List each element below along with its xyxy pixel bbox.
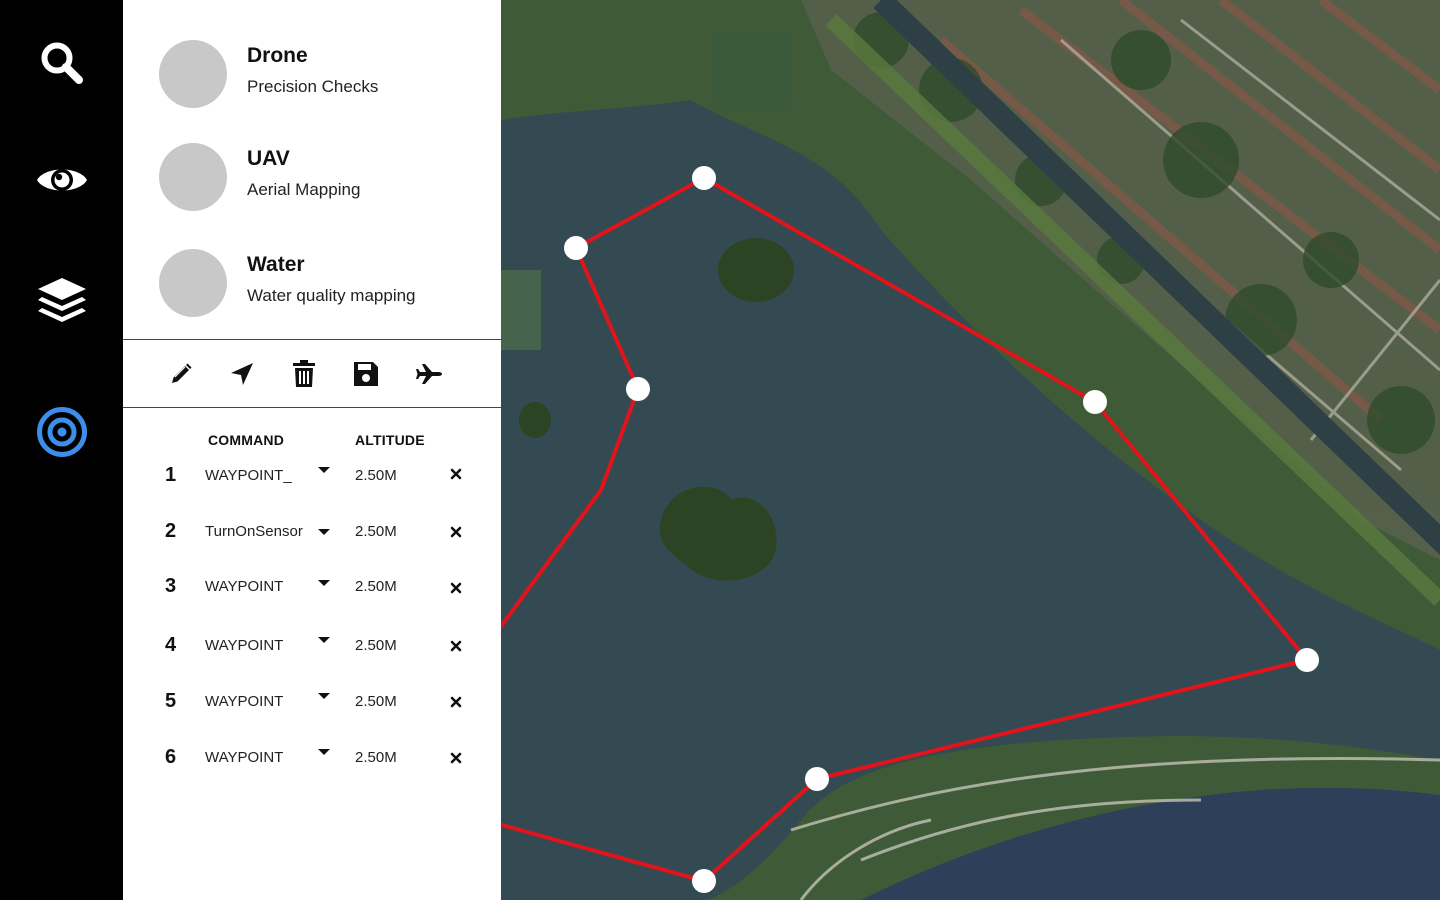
waypoint-marker[interactable] <box>805 767 829 791</box>
pencil-icon <box>172 363 192 383</box>
altitude-value[interactable]: 2.50M <box>355 467 397 484</box>
row-number: 4 <box>165 634 177 656</box>
view-button[interactable] <box>31 149 93 211</box>
save-button[interactable] <box>349 357 383 391</box>
command-column-header: COMMAND <box>208 432 285 448</box>
profile-name: Drone <box>247 44 308 67</box>
close-icon[interactable] <box>448 694 464 710</box>
layers-icon <box>38 278 86 322</box>
profile-name: UAV <box>247 147 290 170</box>
waypoint-marker[interactable] <box>1295 648 1319 672</box>
profile-subtitle: Water quality mapping <box>247 286 416 305</box>
target-icon <box>37 407 87 457</box>
avatar <box>159 40 227 108</box>
row-number: 2 <box>165 520 177 542</box>
table-row: 4 WAYPOINT 2.50M <box>123 634 501 674</box>
edit-button[interactable] <box>164 357 198 391</box>
altitude-value[interactable]: 2.50M <box>355 749 397 766</box>
chevron-down-icon[interactable] <box>316 746 332 762</box>
chevron-down-icon[interactable] <box>316 526 332 542</box>
table-row: 3 WAYPOINT 2.50M <box>123 575 501 615</box>
command-select[interactable]: WAYPOINT <box>205 749 320 766</box>
row-number: 3 <box>165 575 177 597</box>
altitude-value[interactable]: 2.50M <box>355 523 397 540</box>
fly-button[interactable] <box>412 357 446 391</box>
side-nav-rail <box>0 0 123 900</box>
profile-subtitle: Precision Checks <box>247 77 379 96</box>
airplane-icon <box>416 364 442 384</box>
waypoint-marker[interactable] <box>1083 390 1107 414</box>
search-icon <box>41 42 83 84</box>
chevron-down-icon[interactable] <box>316 690 332 706</box>
waypoint-marker[interactable] <box>692 869 716 893</box>
waypoint-marker[interactable] <box>626 377 650 401</box>
close-icon[interactable] <box>448 750 464 766</box>
delete-button[interactable] <box>287 357 321 391</box>
layers-button[interactable] <box>31 270 93 332</box>
satellite-map[interactable] <box>501 0 1440 900</box>
row-number: 5 <box>165 690 177 712</box>
chevron-down-icon[interactable] <box>316 634 332 650</box>
command-select[interactable]: WAYPOINT <box>205 693 320 710</box>
profile-name: Water <box>247 253 305 276</box>
close-icon[interactable] <box>448 466 464 482</box>
chevron-down-icon[interactable] <box>316 577 332 593</box>
altitude-column-header: ALTITUDE <box>355 432 425 448</box>
profile-drone[interactable]: Drone Precision Checks <box>159 40 489 110</box>
save-icon <box>354 362 378 386</box>
chevron-down-icon[interactable] <box>316 464 332 480</box>
mission-panel: Drone Precision Checks UAV Aerial Mappin… <box>123 0 501 900</box>
command-select[interactable]: TurnOnSensor <box>205 523 320 540</box>
command-select[interactable]: WAYPOINT <box>205 637 320 654</box>
trash-icon <box>293 360 315 387</box>
profile-subtitle: Aerial Mapping <box>247 180 361 199</box>
profile-water[interactable]: Water Water quality mapping <box>159 249 489 319</box>
map-canvas[interactable] <box>501 0 1440 900</box>
altitude-value[interactable]: 2.50M <box>355 578 397 595</box>
altitude-value[interactable]: 2.50M <box>355 637 397 654</box>
table-row: 1 WAYPOINT_ 2.50M <box>123 464 501 504</box>
search-button[interactable] <box>31 32 93 94</box>
altitude-value[interactable]: 2.50M <box>355 693 397 710</box>
command-select[interactable]: WAYPOINT_ <box>205 467 320 484</box>
mission-button[interactable] <box>31 401 93 463</box>
close-icon[interactable] <box>448 580 464 596</box>
navigate-icon <box>231 363 253 385</box>
avatar <box>159 143 227 211</box>
close-icon[interactable] <box>448 524 464 540</box>
profile-uav[interactable]: UAV Aerial Mapping <box>159 143 489 213</box>
command-select[interactable]: WAYPOINT <box>205 578 320 595</box>
table-row: 6 WAYPOINT 2.50M <box>123 746 501 786</box>
row-number: 1 <box>165 464 177 486</box>
navigate-button[interactable] <box>225 357 259 391</box>
close-icon[interactable] <box>448 638 464 654</box>
eye-icon <box>37 169 87 191</box>
table-row: 2 TurnOnSensor 2.50M <box>123 520 501 560</box>
waypoint-marker[interactable] <box>692 166 716 190</box>
row-number: 6 <box>165 746 177 768</box>
mission-toolbar <box>123 339 501 408</box>
table-row: 5 WAYPOINT 2.50M <box>123 690 501 730</box>
avatar <box>159 249 227 317</box>
waypoint-marker[interactable] <box>564 236 588 260</box>
